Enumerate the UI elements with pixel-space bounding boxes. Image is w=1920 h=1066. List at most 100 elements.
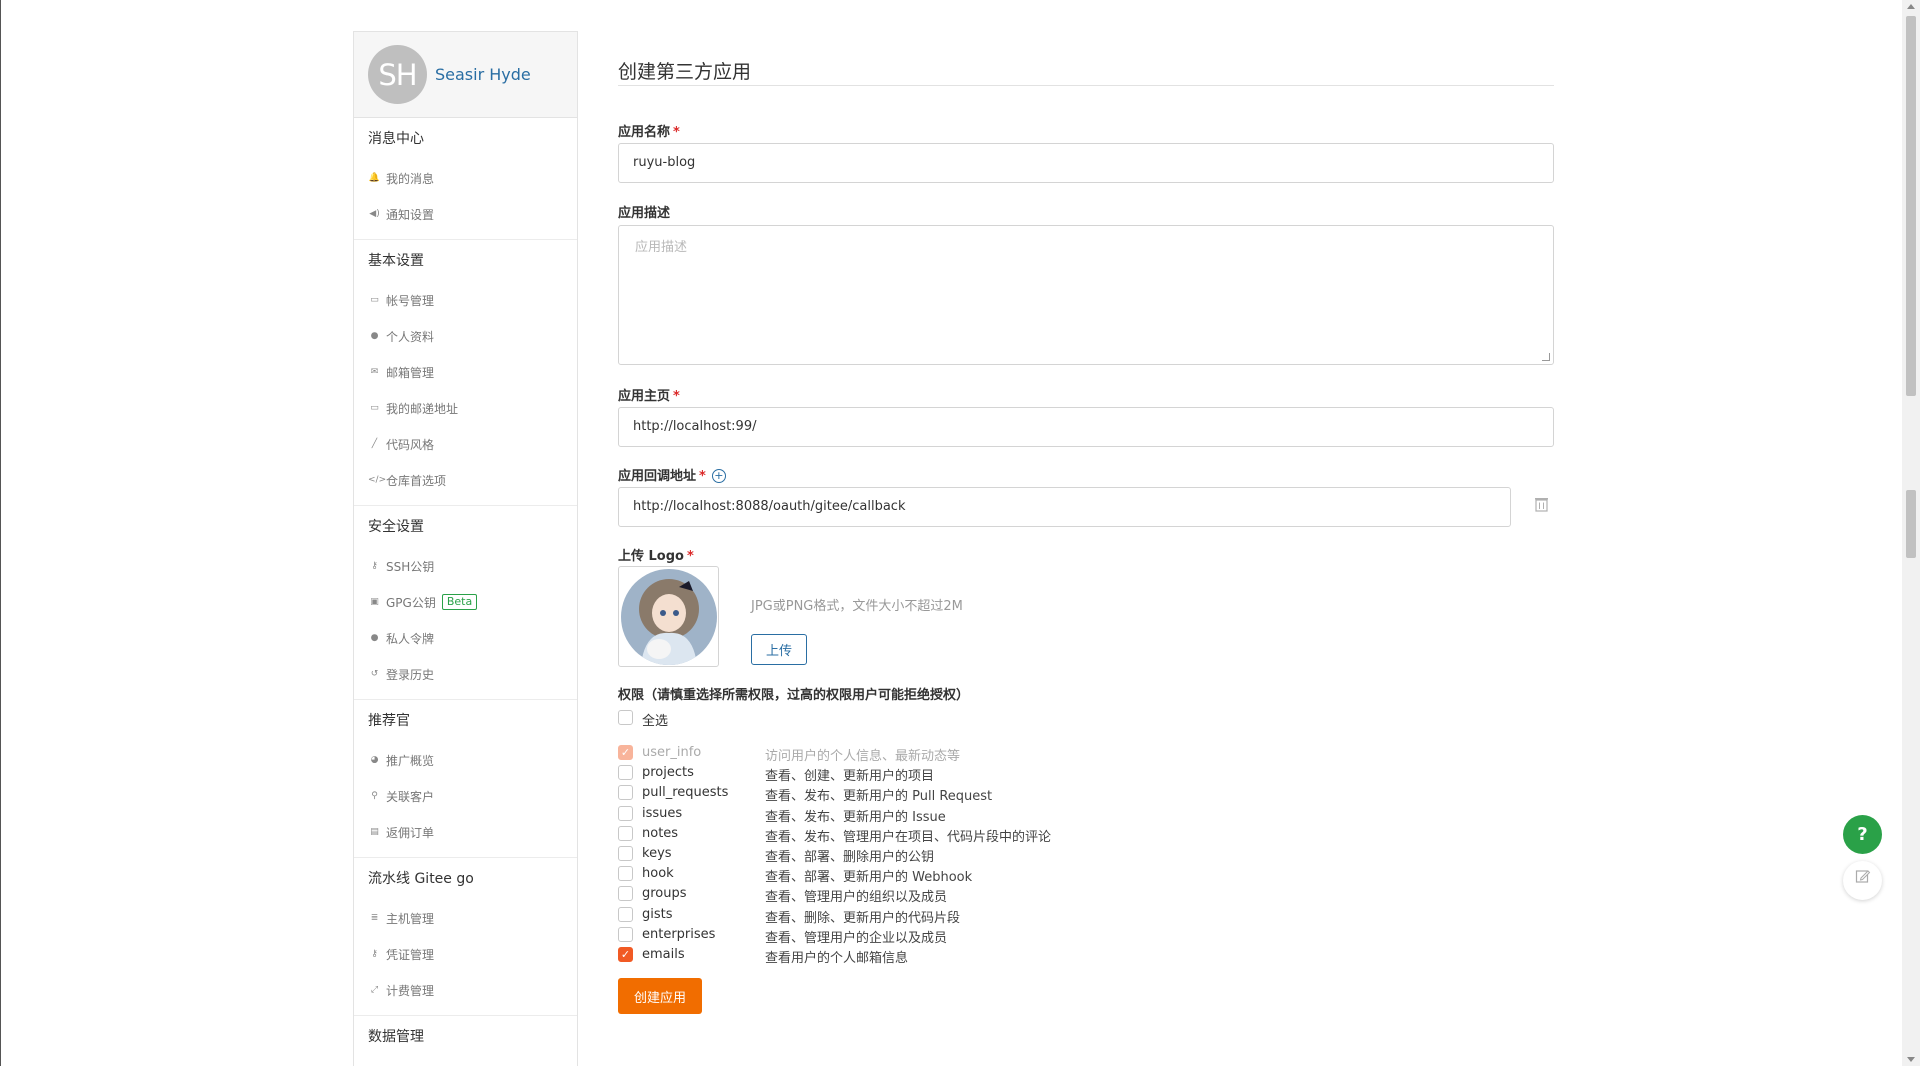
sidebar-item-label: 代码风格	[386, 437, 435, 452]
required-mark: *	[699, 469, 706, 484]
sidebar-item-label: 我的邮递地址	[386, 401, 459, 416]
settings-sidebar: SH Seasir Hyde 消息中心 🔔 我的消息 ◀) 通知设置 基本设置 ▭ 帐号管理 ●…	[353, 31, 578, 1066]
sidebar-item-label: 邮箱管理	[386, 365, 435, 380]
permission-name: emails	[642, 947, 685, 962]
sidebar-item[interactable]: ⚷ 凭证管理	[354, 936, 577, 972]
page-scrollbar[interactable]	[1902, 0, 1920, 1066]
sidebar-item-label: 返佣订单	[386, 825, 435, 840]
permission-checkbox-projects[interactable]	[618, 765, 633, 780]
brush-icon: ╱	[371, 439, 378, 449]
username-link[interactable]: Seasir Hyde	[435, 65, 531, 84]
window-edge	[0, 0, 1, 1066]
profile-header: SH Seasir Hyde	[354, 32, 577, 118]
permission-checkbox-user-info: ✓	[618, 745, 633, 760]
sidebar-item-label: 凭证管理	[386, 947, 435, 962]
page-title: 创建第三方应用	[618, 61, 752, 83]
logo-preview	[618, 566, 719, 667]
sidebar-item[interactable]: ⤢ 计费管理	[354, 972, 577, 1008]
permission-checkbox-notes[interactable]	[618, 826, 633, 841]
permission-checkbox-groups[interactable]	[618, 886, 633, 901]
permission-description: 查看、部署、更新用户的 Webhook	[765, 870, 973, 885]
app-desc-textarea[interactable]: 应用描述	[618, 225, 1554, 365]
sidebar-item[interactable]: ▣ GPG公钥 Beta	[354, 584, 577, 620]
sidebar-item[interactable]: ▤ 返佣订单	[354, 814, 577, 850]
homepage-input[interactable]: http://localhost:99/	[618, 407, 1554, 447]
required-mark: *	[673, 389, 680, 404]
sidebar-item[interactable]: ✉ 邮箱管理	[354, 354, 577, 390]
sidebar-item[interactable]: ≣ 主机管理	[354, 900, 577, 936]
app-desc-placeholder: 应用描述	[635, 240, 688, 255]
sidebar-item-label: 关联客户	[386, 789, 435, 804]
trash-icon[interactable]	[1535, 497, 1549, 513]
logo-image	[620, 568, 717, 665]
sidebar-item[interactable]: ⚷ SSH公钥	[354, 548, 577, 584]
sidebar-item[interactable]: ╱ 代码风格	[354, 426, 577, 462]
beta-badge: Beta	[441, 594, 478, 610]
sidebar-section-title: 推荐官	[368, 713, 410, 729]
app-desc-label: 应用描述	[618, 206, 671, 221]
add-callback-icon[interactable]: +	[711, 469, 726, 483]
scroll-up-arrow-icon[interactable]	[1907, 4, 1915, 9]
permission-checkbox-pull-requests[interactable]	[618, 785, 633, 800]
upload-button[interactable]: 上传	[751, 634, 807, 665]
permission-description: 访问用户的个人信息、最新动态等	[765, 749, 961, 764]
address-card-icon: ▭	[370, 403, 379, 413]
sidebar-item-label: 计费管理	[386, 983, 435, 998]
scroll-thumb[interactable]	[1906, 16, 1916, 396]
title-divider	[618, 85, 1554, 86]
sidebar-item-label: 仓库首选项	[386, 473, 447, 488]
sidebar-nav: 消息中心 🔔 我的消息 ◀) 通知设置 基本设置 ▭ 帐号管理 ● 个人资料 ✉ 邮箱管理 ▭ 我的邮递地…	[354, 118, 577, 1065]
sidebar-item[interactable]: ● 私人令牌	[354, 620, 577, 656]
app-name-input[interactable]: ruyu-blog	[618, 143, 1554, 183]
permission-description: 查看、管理用户的企业以及成员	[765, 931, 948, 946]
sidebar-section: 基本设置 ▭ 帐号管理 ● 个人资料 ✉ 邮箱管理 ▭ 我的邮递地址 ╱ 代码风格 </> 仓库首选项	[354, 240, 577, 506]
permission-name: user_info	[642, 745, 702, 760]
callback-input[interactable]: http://localhost:8088/oauth/gitee/callba…	[618, 487, 1511, 527]
permission-description: 查看、删除、更新用户的代码片段	[765, 911, 961, 926]
sidebar-section-title: 消息中心	[368, 131, 424, 147]
sidebar-item[interactable]: ⚲ 关联客户	[354, 778, 577, 814]
resize-handle[interactable]	[1542, 353, 1550, 361]
required-mark: *	[686, 549, 694, 564]
history-icon: ↺	[370, 669, 379, 679]
homepage-label: 应用主页 *	[618, 389, 680, 404]
server-icon: ≣	[370, 913, 379, 923]
permission-description: 查看、发布、管理用户在项目、代码片段中的评论	[765, 830, 1052, 845]
sidebar-item[interactable]: ◕ 推广概览	[354, 742, 577, 778]
permission-name: enterprises	[642, 927, 716, 942]
callback-label: 应用回调地址 * +	[618, 465, 726, 484]
select-all-checkbox[interactable]	[618, 710, 633, 725]
create-app-button[interactable]: 创建应用	[618, 978, 702, 1014]
sidebar-item-label: 主机管理	[386, 911, 435, 926]
feedback-edit-icon[interactable]	[1843, 861, 1882, 900]
permission-name: notes	[642, 826, 679, 841]
permission-checkbox-issues[interactable]	[618, 806, 633, 821]
sidebar-item[interactable]: 🔔 我的消息	[354, 160, 577, 196]
help-button[interactable]: ?	[1843, 815, 1882, 854]
scroll-thumb-secondary[interactable]	[1906, 490, 1916, 558]
permission-name: pull_requests	[642, 785, 729, 800]
permission-checkbox-gists[interactable]	[618, 907, 633, 922]
receipt-icon: ▤	[370, 827, 379, 837]
sidebar-item[interactable]: ▭ 帐号管理	[354, 282, 577, 318]
permission-checkbox-enterprises[interactable]	[618, 927, 633, 942]
sidebar-item[interactable]: ◀) 通知设置	[354, 196, 577, 232]
app-name-label: 应用名称 *	[618, 125, 680, 140]
lock-icon: ▣	[370, 597, 379, 607]
sidebar-item[interactable]: ▭ 我的邮递地址	[354, 390, 577, 426]
sidebar-section-title: 数据管理	[368, 1029, 424, 1045]
permission-name: issues	[642, 806, 683, 821]
permission-checkbox-hook[interactable]	[618, 866, 633, 881]
user-icon: ●	[370, 331, 379, 341]
sidebar-section-title: 安全设置	[368, 519, 424, 535]
permission-checkbox-emails[interactable]: ✓	[618, 947, 633, 962]
sidebar-item[interactable]: ↺ 登录历史	[354, 656, 577, 692]
sidebar-item[interactable]: ● 个人资料	[354, 318, 577, 354]
sidebar-section-title: 流水线 Gitee go	[368, 871, 474, 887]
sidebar-item-label: 通知设置	[386, 207, 435, 222]
volume-icon: ◀)	[369, 209, 380, 219]
permission-checkbox-keys[interactable]	[618, 846, 633, 861]
avatar[interactable]: SH	[368, 45, 427, 104]
sidebar-item[interactable]: </> 仓库首选项	[354, 462, 577, 498]
scroll-down-arrow-icon[interactable]	[1907, 1057, 1915, 1062]
